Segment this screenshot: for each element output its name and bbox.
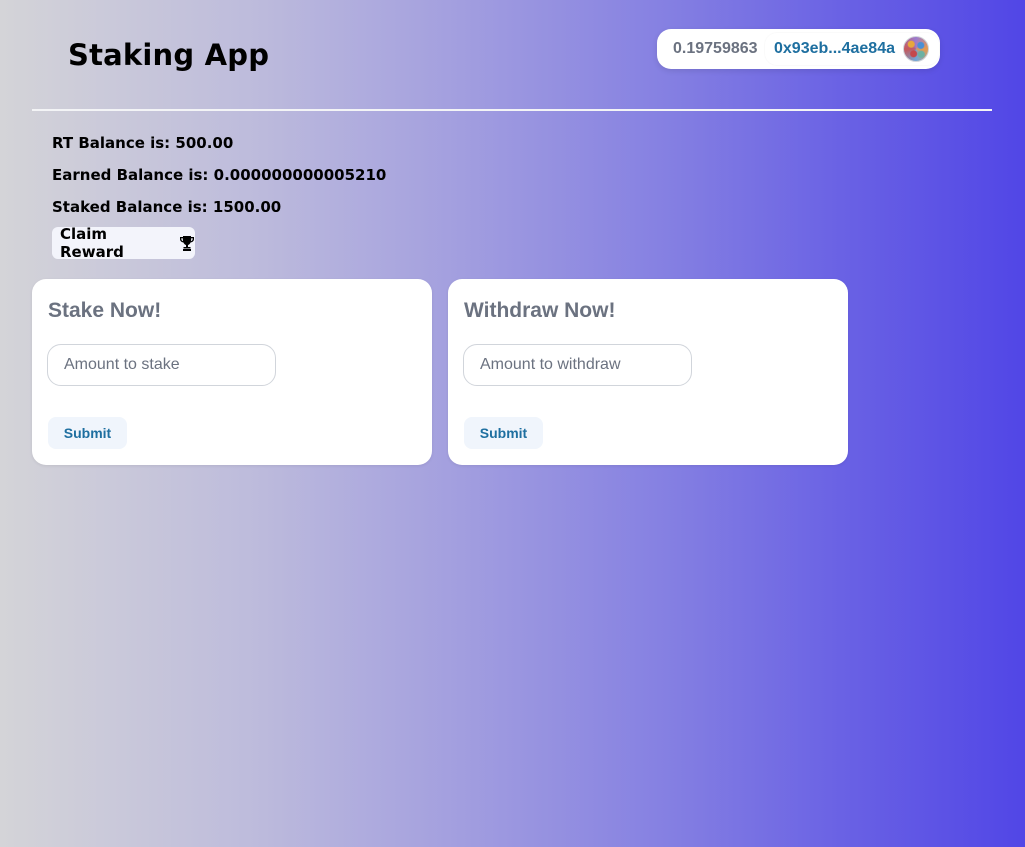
wallet-account-button[interactable]: 0x93eb...4ae84a [765, 33, 939, 65]
wallet-connect-button[interactable]: 0.19759863 0x93eb...4ae84a [657, 29, 940, 69]
rt-balance: RT Balance is: 500.00 [52, 134, 234, 152]
wallet-address[interactable]: 0x93eb...4ae84a [774, 40, 895, 58]
wallet-balance[interactable]: 0.19759863 [673, 40, 765, 58]
withdraw-card: Withdraw Now! Submit [448, 279, 848, 465]
stake-card: Stake Now! Submit [32, 279, 432, 465]
claim-reward-button[interactable]: Claim Reward [52, 225, 195, 261]
staked-balance: Staked Balance is: 1500.00 [52, 198, 282, 216]
app-title: Staking App [68, 38, 270, 72]
stake-amount-input[interactable] [47, 344, 276, 386]
stake-card-title: Stake Now! [48, 299, 162, 322]
trophy-icon [179, 235, 195, 251]
withdraw-card-title: Withdraw Now! [464, 299, 616, 322]
claim-reward-label: Claim Reward [60, 225, 124, 261]
app-header: Staking App 0.19759863 0x93eb...4ae84a [32, 0, 992, 111]
withdraw-amount-input[interactable] [463, 344, 692, 386]
account-avatar-icon[interactable] [903, 36, 929, 62]
earned-balance: Earned Balance is: 0.000000000005210 [52, 166, 387, 184]
stake-submit-button[interactable]: Submit [48, 417, 127, 449]
withdraw-submit-button[interactable]: Submit [464, 417, 543, 449]
